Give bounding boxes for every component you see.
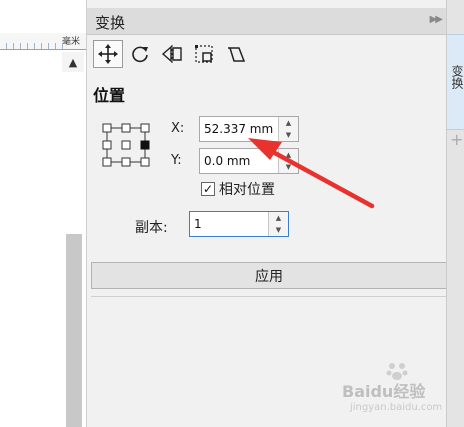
y-decrement-icon[interactable]: ▼ [279, 161, 298, 173]
copies-increment-icon[interactable]: ▲ [269, 212, 288, 224]
move-cross-icon [98, 44, 118, 64]
docker-title: 变换 [95, 14, 126, 32]
collapse-docker-icon[interactable]: ▶▶ [430, 14, 443, 25]
anchor-point-selector[interactable] [101, 122, 151, 168]
rotate-icon [132, 46, 148, 63]
x-decrement-icon[interactable]: ▼ [279, 129, 298, 141]
relative-position-checkbox[interactable]: ✓ [201, 182, 215, 196]
y-label: Y: [171, 153, 182, 168]
docker-title-bar: 变换 ▶▶ [87, 8, 447, 35]
size-box-icon [195, 45, 213, 63]
y-increment-icon[interactable]: ▲ [279, 149, 298, 161]
y-position-input[interactable] [200, 149, 280, 173]
scroll-up-button[interactable]: ▲ [62, 52, 84, 72]
skew-icon [228, 47, 246, 62]
baidu-jingyan-watermark: Baidu经验 jingyan.baidu.com [342, 360, 452, 420]
ruler-ticks [0, 43, 66, 49]
anchor-center [121, 140, 131, 150]
x-spin-buttons[interactable]: ▲ ▼ [278, 117, 298, 141]
x-position-input[interactable] [200, 117, 280, 141]
checkmark-icon: ✓ [202, 182, 214, 196]
anchor-top-center [121, 123, 131, 133]
section-title-position: 位置 [93, 86, 126, 105]
y-position-spinbox[interactable]: ▲ ▼ [199, 148, 299, 174]
relative-position-option[interactable]: ✓ 相对位置 [201, 179, 275, 199]
panel-divider [91, 296, 447, 297]
x-label: X: [171, 121, 185, 136]
docker-tab-transform[interactable]: 变换 [447, 34, 464, 130]
anchor-bottom-left [102, 157, 112, 167]
vertical-scrollbar-track[interactable] [66, 234, 82, 427]
watermark-text: Baidu经验 [342, 382, 426, 401]
anchor-bottom-center [121, 157, 131, 167]
skew-tool-button[interactable] [221, 40, 251, 68]
x-position-spinbox[interactable]: ▲ ▼ [199, 116, 299, 142]
mirror-icon [161, 45, 182, 63]
chevron-up-icon: ▲ [68, 55, 78, 69]
add-docker-icon[interactable]: + [450, 130, 463, 149]
copies-spin-buttons[interactable]: ▲ ▼ [268, 212, 288, 236]
anchor-top-right [140, 123, 150, 133]
rotate-tool-button[interactable] [125, 40, 155, 68]
anchor-middle-right [140, 140, 150, 150]
copies-spinbox[interactable]: ▲ ▼ [189, 211, 289, 237]
anchor-bottom-right [140, 157, 150, 167]
docker-tab-label: 变换 [450, 65, 464, 89]
y-spin-buttons[interactable]: ▲ ▼ [278, 149, 298, 173]
relative-position-label: 相对位置 [219, 182, 275, 198]
x-increment-icon[interactable]: ▲ [279, 117, 298, 129]
position-tool-button[interactable] [93, 40, 123, 68]
size-tool-button[interactable] [189, 40, 219, 68]
copies-label: 副本: [135, 220, 168, 236]
drawing-canvas[interactable]: 毫米 ▲ [0, 0, 86, 427]
ruler-unit-label: 毫米 [61, 37, 80, 47]
anchor-top-left [102, 123, 112, 133]
watermark-url: jingyan.baidu.com [350, 402, 443, 413]
horizontal-ruler: 毫米 [0, 33, 86, 50]
apply-button[interactable]: 应用 [91, 262, 447, 289]
transform-mode-toolbar [93, 40, 251, 70]
copies-input[interactable] [190, 212, 270, 236]
anchor-middle-left [102, 140, 112, 150]
scale-mirror-tool-button[interactable] [157, 40, 187, 68]
copies-decrement-icon[interactable]: ▼ [269, 224, 288, 236]
